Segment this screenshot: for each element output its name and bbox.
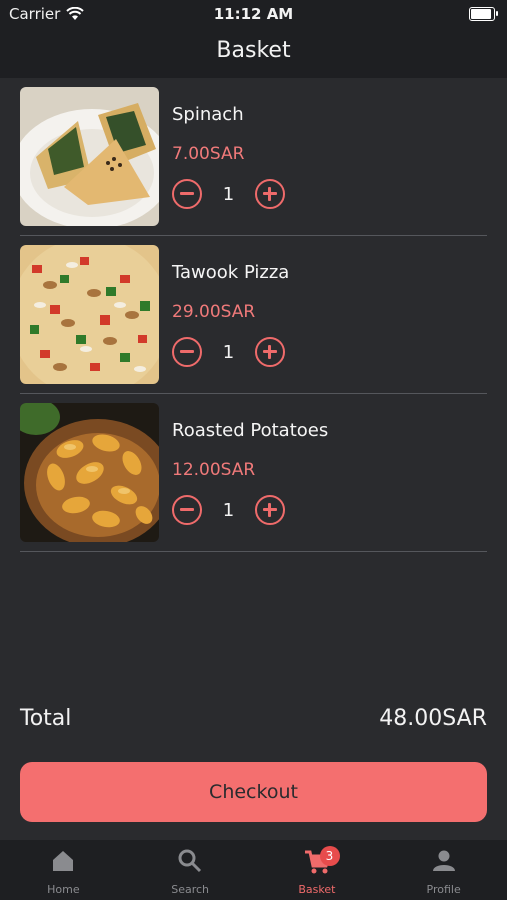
minus-icon bbox=[180, 350, 194, 353]
tab-home[interactable]: Home bbox=[0, 840, 127, 900]
status-bar: Carrier 11:12 AM bbox=[0, 0, 507, 30]
tab-label: Basket bbox=[298, 883, 336, 896]
status-time: 11:12 AM bbox=[213, 5, 294, 23]
home-icon bbox=[53, 851, 74, 871]
basket-item: Spinach 7.00SAR 1 bbox=[20, 86, 487, 236]
decrease-quantity-button[interactable] bbox=[172, 179, 202, 209]
quantity-value: 1 bbox=[222, 499, 235, 521]
search-icon bbox=[178, 849, 202, 873]
quantity-value: 1 bbox=[222, 183, 235, 205]
minus-icon bbox=[180, 508, 194, 511]
quantity-value: 1 bbox=[222, 341, 235, 363]
basket-item: Tawook Pizza 29.00SAR 1 bbox=[20, 244, 487, 394]
item-price: 12.00SAR bbox=[172, 460, 256, 480]
tab-profile[interactable]: Profile bbox=[380, 840, 507, 900]
tab-label: Home bbox=[47, 883, 80, 896]
decrease-quantity-button[interactable] bbox=[172, 495, 202, 525]
item-price: 7.00SAR bbox=[172, 144, 245, 164]
increase-quantity-button[interactable] bbox=[255, 179, 285, 209]
spinach-pastry-image bbox=[20, 87, 159, 226]
pizza-image bbox=[20, 245, 159, 384]
increase-quantity-button[interactable] bbox=[255, 337, 285, 367]
tab-bar: Home Search 3 Basket Profile bbox=[0, 840, 507, 900]
roasted-potatoes-image bbox=[20, 403, 159, 542]
nav-bar: Basket bbox=[0, 30, 507, 78]
basket-item: Roasted Potatoes 12.00SAR 1 bbox=[20, 402, 487, 552]
quantity-stepper: 1 bbox=[172, 337, 285, 367]
page-title: Basket bbox=[216, 38, 291, 63]
person-icon bbox=[432, 850, 455, 871]
tab-search[interactable]: Search bbox=[127, 840, 254, 900]
checkout-button[interactable]: Checkout bbox=[20, 762, 487, 822]
item-name: Roasted Potatoes bbox=[172, 420, 329, 441]
item-name: Tawook Pizza bbox=[172, 262, 290, 283]
tab-basket[interactable]: 3 Basket bbox=[254, 840, 381, 900]
item-name: Spinach bbox=[172, 104, 244, 125]
minus-icon bbox=[180, 192, 194, 195]
item-price: 29.00SAR bbox=[172, 302, 256, 322]
quantity-stepper: 1 bbox=[172, 495, 285, 525]
tab-label: Search bbox=[171, 883, 210, 896]
basket-count-badge: 3 bbox=[319, 846, 340, 866]
battery-icon bbox=[469, 7, 498, 21]
tab-label: Profile bbox=[426, 883, 461, 896]
increase-quantity-button[interactable] bbox=[255, 495, 285, 525]
total-value: 48.00SAR bbox=[379, 706, 487, 731]
quantity-stepper: 1 bbox=[172, 179, 285, 209]
decrease-quantity-button[interactable] bbox=[172, 337, 202, 367]
total-label: Total bbox=[20, 706, 72, 731]
basket-list: Spinach 7.00SAR 1 Tawook Pizza 29.00SAR … bbox=[0, 86, 507, 560]
